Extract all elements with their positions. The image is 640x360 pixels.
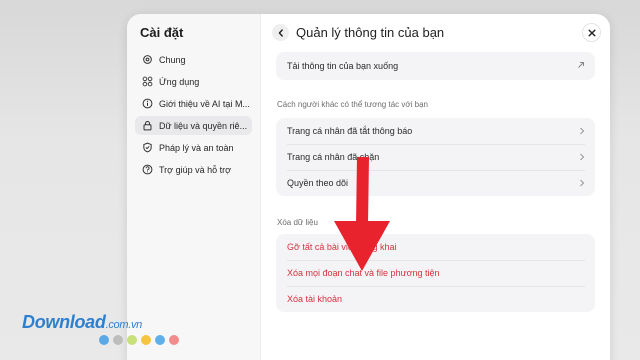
sidebar-item-legal-safety[interactable]: Pháp lý và an toàn <box>135 138 252 157</box>
sidebar-item-label: Giới thiệu về AI tại M... <box>159 98 250 109</box>
download-info-card: Tải thông tin của bạn xuống <box>276 52 595 80</box>
row-label: Trang cá nhân đã tắt thông báo <box>287 126 413 136</box>
sidebar-item-label: Dữ liệu và quyền riê... <box>159 120 248 131</box>
chevron-right-icon <box>579 153 585 163</box>
watermark-domain: .com.vn <box>105 319 143 331</box>
watermark-dot <box>155 335 165 345</box>
settings-main: Quản lý thông tin của bạn Tải thông tin … <box>262 14 610 360</box>
sidebar-title: Cài đặt <box>140 25 184 40</box>
delete-data-card: Gỡ tất cả bài viết công khai Xóa mọi đoạ… <box>276 234 595 312</box>
watermark-logo: Download.com.vn <box>22 312 142 333</box>
chevron-right-icon <box>579 179 585 189</box>
sidebar-item-general[interactable]: Chung <box>135 50 252 69</box>
section-label-interactions: Cách người khác có thể tương tác với bạn <box>277 100 428 109</box>
row-label: Tải thông tin của bạn xuống <box>287 61 399 71</box>
annotation-arrow <box>334 156 390 271</box>
sidebar-item-help[interactable]: Trợ giúp và hỗ trợ <box>135 160 252 179</box>
close-button[interactable] <box>582 23 601 42</box>
watermark-dot <box>127 335 137 345</box>
external-arrow-icon <box>577 61 585 71</box>
list-item-follow-permissions[interactable]: Quyền theo dõi <box>276 170 595 196</box>
sidebar-item-label: Trợ giúp và hỗ trợ <box>159 164 231 175</box>
gear-icon <box>142 54 153 65</box>
list-item-remove-public-posts[interactable]: Gỡ tất cả bài viết công khai <box>276 234 595 260</box>
shield-check-icon <box>142 142 153 153</box>
download-info-row[interactable]: Tải thông tin của bạn xuống <box>276 52 595 80</box>
back-button[interactable] <box>272 24 289 41</box>
sidebar-item-label: Chung <box>159 54 186 65</box>
sidebar-item-data-privacy[interactable]: Dữ liệu và quyền riê... <box>135 116 252 135</box>
settings-sidebar: Cài đặt Chung Ứng dụng Giới thiệu về AI … <box>127 14 261 360</box>
close-icon <box>588 24 596 42</box>
list-item-muted-profiles[interactable]: Trang cá nhân đã tắt thông báo <box>276 118 595 144</box>
list-item-delete-account[interactable]: Xóa tài khoản <box>276 286 595 312</box>
watermark-brand: Download <box>22 312 106 332</box>
list-item-delete-chats-media[interactable]: Xóa mọi đoạn chat và file phương tiện <box>276 260 595 286</box>
help-icon <box>142 164 153 175</box>
info-icon <box>142 98 153 109</box>
sidebar-item-apps[interactable]: Ứng dụng <box>135 72 252 91</box>
watermark-dot <box>99 335 109 345</box>
row-label: Xóa tài khoản <box>287 294 343 304</box>
sidebar-item-label: Pháp lý và an toàn <box>159 142 234 153</box>
lock-icon <box>142 120 153 131</box>
apps-grid-icon <box>142 76 153 87</box>
watermark-dot <box>141 335 151 345</box>
chevron-right-icon <box>579 127 585 137</box>
list-item-blocked-profiles[interactable]: Trang cá nhân đã chặn <box>276 144 595 170</box>
watermark-dot <box>113 335 123 345</box>
section-label-delete-data: Xóa dữ liệu <box>277 218 318 227</box>
watermark-dots <box>99 335 179 345</box>
interactions-card: Trang cá nhân đã tắt thông báo Trang cá … <box>276 118 595 196</box>
chevron-left-icon <box>277 24 285 42</box>
sidebar-item-label: Ứng dụng <box>159 76 200 87</box>
watermark-dot <box>169 335 179 345</box>
page-title: Quản lý thông tin của bạn <box>296 25 445 40</box>
sidebar-item-ai-info[interactable]: Giới thiệu về AI tại M... <box>135 94 252 113</box>
